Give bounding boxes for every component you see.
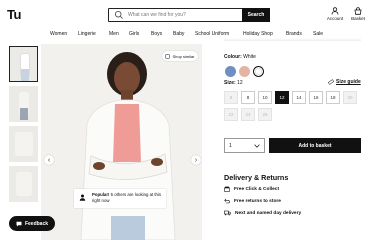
return-icon (224, 198, 230, 204)
size-row: Size: 12 (224, 80, 243, 86)
chevron-right-icon: › (194, 156, 198, 164)
size-option-24[interactable]: 24 (241, 108, 255, 121)
tu-logo[interactable]: Tu (7, 7, 21, 22)
thumbnail-1[interactable] (9, 46, 38, 82)
chat-icon (16, 221, 22, 226)
size-option-8[interactable]: 8 (241, 91, 255, 104)
colour-value: White (243, 54, 256, 60)
popular-label: Popular! (92, 192, 110, 197)
thumbnail-2[interactable] (9, 86, 38, 122)
delivery-truck-icon (224, 210, 231, 216)
size-option-6[interactable]: 6 (224, 91, 238, 104)
size-value: 12 (237, 80, 243, 86)
thumbnail-figure (16, 172, 32, 196)
thumbnail-figure (15, 132, 33, 156)
account-button[interactable]: Account (324, 7, 346, 21)
shop-similar-icon (165, 53, 171, 59)
swatch-blue[interactable] (225, 66, 236, 77)
nav-item-baby[interactable]: Baby (173, 31, 184, 37)
nav-item-school-uniform[interactable]: School Uniform (195, 31, 229, 37)
nav-item-boys[interactable]: Boys (151, 31, 162, 37)
basket-icon (354, 7, 362, 15)
delivery-item-label: Next and named day delivery (235, 210, 302, 216)
add-to-basket-button[interactable]: Add to basket (269, 138, 361, 153)
thumbnail-4[interactable] (9, 166, 38, 202)
store-icon (224, 186, 230, 192)
delivery-item-next-day: Next and named day delivery (224, 210, 301, 216)
cut-off-row (224, 38, 361, 41)
next-image-button[interactable]: › (191, 155, 201, 165)
size-label: Size: (224, 80, 236, 86)
search-button[interactable]: Search (242, 8, 270, 22)
person-icon (79, 194, 86, 201)
colour-row: Colour: White (224, 54, 256, 60)
nav-item-lingerie[interactable]: Lingerie (78, 31, 96, 37)
account-label: Account (326, 16, 344, 21)
ruler-icon (328, 79, 334, 85)
previous-image-button[interactable]: ‹ (44, 155, 54, 165)
size-option-26[interactable]: 26 (258, 108, 272, 121)
delivery-item-label: Free Click & Collect (234, 186, 280, 192)
shop-similar-label: Shop similar (172, 53, 195, 59)
size-option-10[interactable]: 10 (258, 91, 272, 104)
feedback-label: Feedback (24, 220, 49, 227)
nav-item-girls[interactable]: Girls (129, 31, 139, 37)
delivery-title: Delivery & Returns (224, 173, 289, 182)
quantity-value: 1 (229, 142, 232, 149)
product-main-image[interactable]: Shop similar ‹ › Popular! 5 others are l… (41, 44, 202, 240)
size-guide-link[interactable]: Size guide (328, 79, 361, 85)
thumbnail-3[interactable] (9, 126, 38, 162)
colour-label: Colour: (224, 54, 242, 60)
nav-item-holiday-shop[interactable]: Holiday Shop (243, 31, 273, 37)
popular-notice: Popular! 5 others are looking at this ri… (74, 189, 166, 208)
search-icon (114, 10, 123, 19)
chevron-down-icon (254, 143, 260, 148)
delivery-item-returns: Free returns to store (224, 198, 281, 204)
search-bar[interactable]: What can we find for you? Search (108, 8, 270, 22)
nav-item-men[interactable]: Men (109, 31, 119, 37)
swatch-white[interactable] (253, 66, 264, 77)
chevron-left-icon: ‹ (47, 156, 51, 164)
swatch-pink[interactable] (239, 66, 250, 77)
site-header: Tu What can we find for you? Search Acco… (0, 0, 373, 42)
size-option-18[interactable]: 18 (326, 91, 340, 104)
nav-item-women[interactable]: Women (50, 31, 67, 37)
account-icon (331, 7, 339, 15)
size-option-20[interactable]: 20 (343, 91, 357, 104)
quantity-select[interactable]: 1 (224, 138, 265, 153)
size-option-12[interactable]: 12 (275, 91, 289, 104)
size-option-14[interactable]: 14 (292, 91, 306, 104)
size-option-16[interactable]: 16 (309, 91, 323, 104)
thumbnail-legs (20, 108, 28, 120)
delivery-item-label: Free returns to store (234, 198, 281, 204)
basket-button[interactable]: Basket (347, 7, 369, 21)
nav-item-brands[interactable]: Brands (286, 31, 302, 37)
shop-similar-button[interactable]: Shop similar (162, 51, 198, 61)
size-guide-label: Size guide (336, 79, 361, 85)
model-illustration (80, 52, 176, 240)
thumbnail-legs (21, 69, 29, 81)
size-option-22[interactable]: 22 (224, 108, 238, 121)
search-input[interactable]: What can we find for you? (128, 12, 242, 18)
basket-label: Basket (351, 16, 365, 21)
nav-item-sale[interactable]: Sale (313, 31, 323, 37)
feedback-button[interactable]: Feedback (9, 216, 55, 231)
delivery-item-click-collect: Free Click & Collect (224, 186, 279, 192)
